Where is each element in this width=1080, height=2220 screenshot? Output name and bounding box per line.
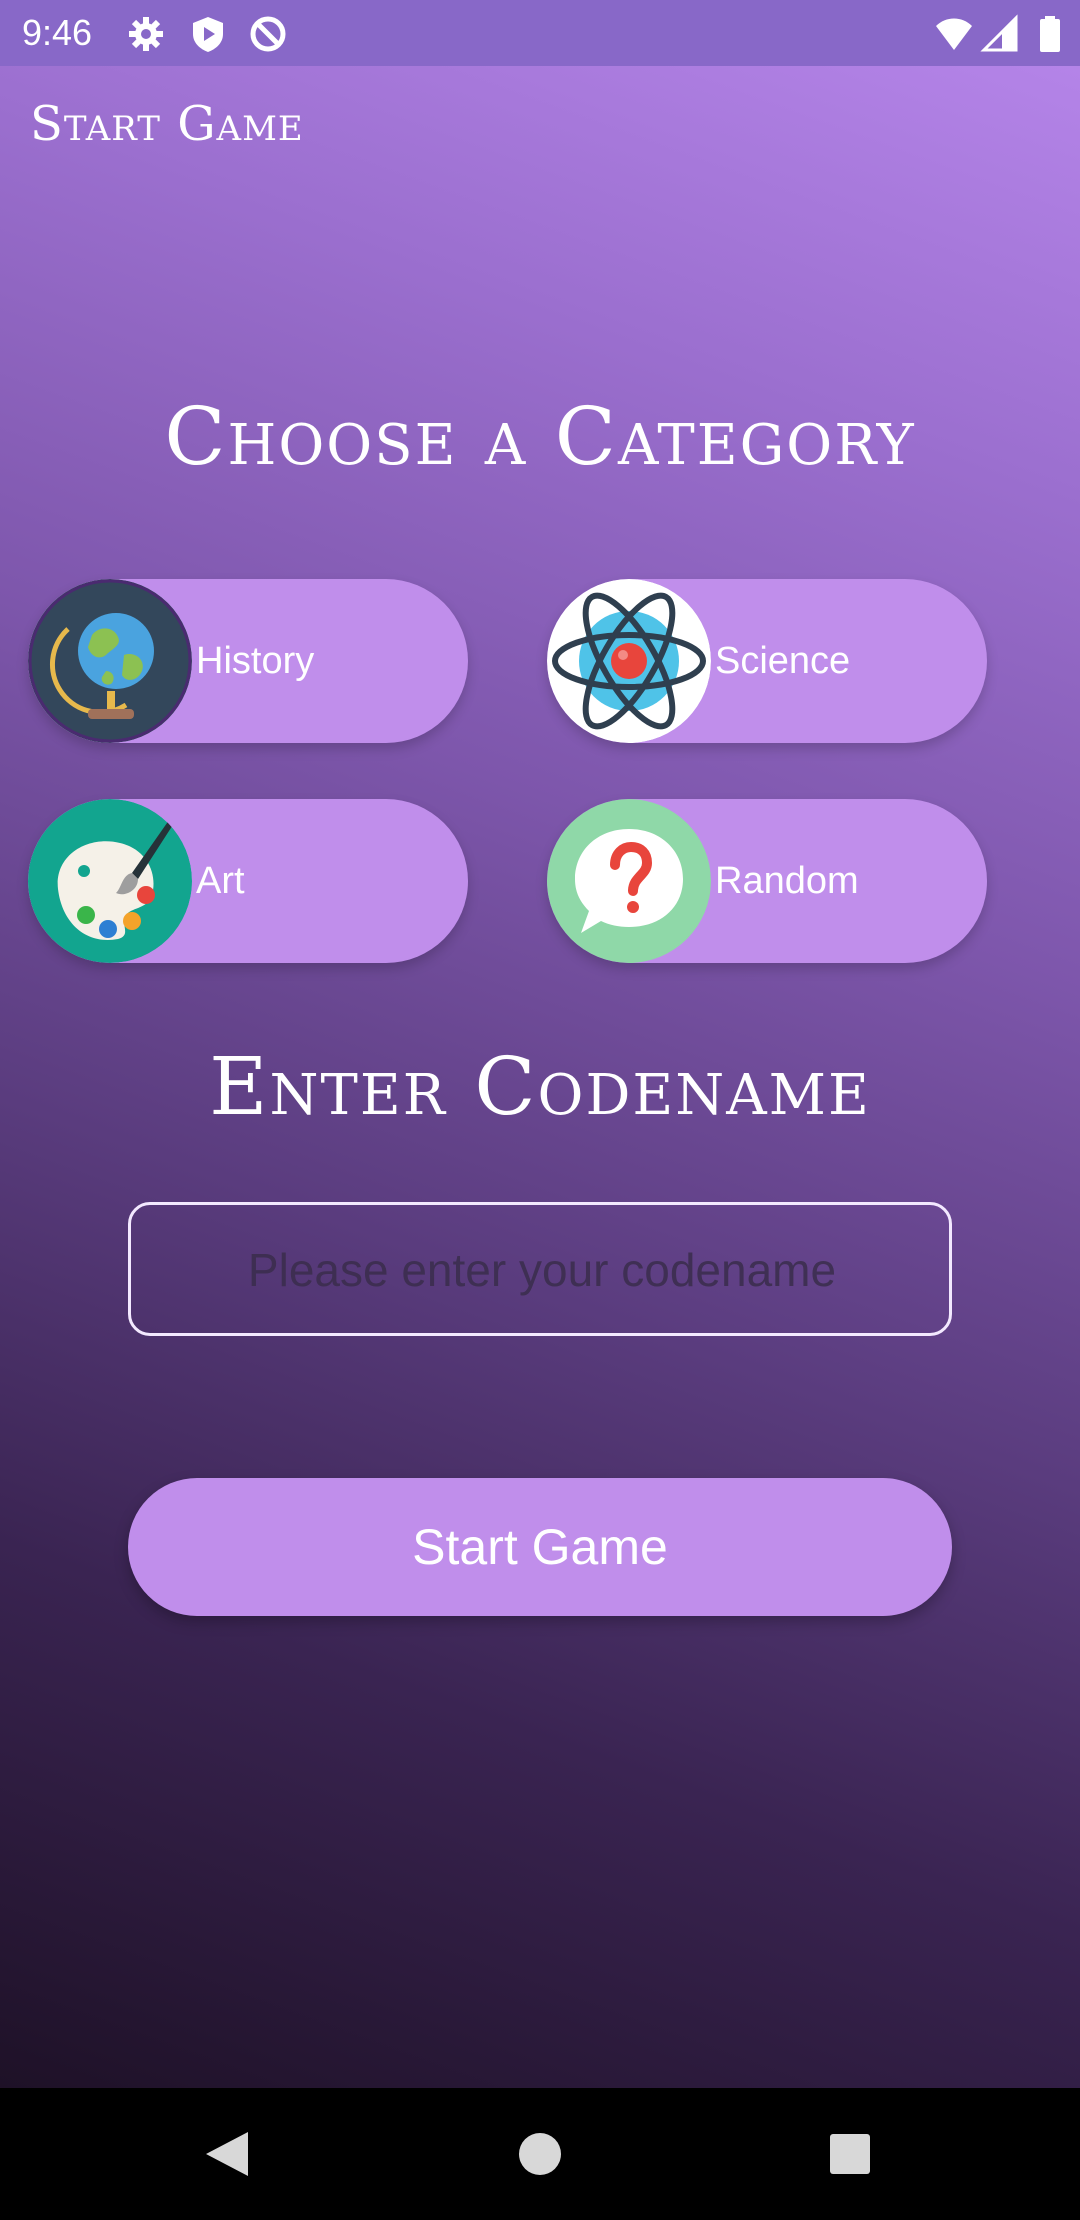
shield-icon — [193, 17, 223, 52]
palette-icon — [28, 799, 192, 963]
category-button-science[interactable]: Science — [547, 579, 987, 743]
gear-icon — [129, 17, 163, 51]
globe-icon — [28, 579, 192, 743]
back-icon[interactable] — [190, 2118, 262, 2190]
atom-icon — [547, 579, 711, 743]
battery-icon — [1040, 16, 1060, 52]
category-button-art[interactable]: Art — [28, 799, 468, 963]
codename-field[interactable] — [128, 1202, 953, 1336]
app-screen: 9:46 Start Game Choose a Category Histor… — [0, 0, 1080, 2088]
circle-slash-icon — [250, 16, 286, 52]
category-label-science: Science — [715, 640, 851, 682]
signal-icon — [980, 14, 1018, 52]
category-button-history[interactable]: History — [28, 579, 468, 743]
navigation-bar — [0, 2088, 1080, 2220]
status-time: 9:46 — [22, 12, 93, 53]
codename-input[interactable] — [131, 1205, 953, 1335]
status-bar: 9:46 — [0, 0, 1080, 66]
category-heading: Choose a Category — [164, 390, 916, 483]
home-icon[interactable] — [504, 2118, 576, 2190]
app-bar-title: Start Game — [30, 96, 304, 152]
start-game-button[interactable]: Start Game — [128, 1478, 952, 1616]
question-bubble-icon — [547, 799, 711, 963]
category-label-history: History — [196, 640, 315, 682]
recents-icon[interactable] — [814, 2118, 886, 2190]
category-label-random: Random — [715, 860, 859, 902]
codename-heading: Enter Codename — [209, 1040, 871, 1133]
category-button-random[interactable]: Random — [547, 799, 987, 963]
wifi-icon — [936, 18, 972, 50]
category-label-art: Art — [196, 860, 245, 902]
